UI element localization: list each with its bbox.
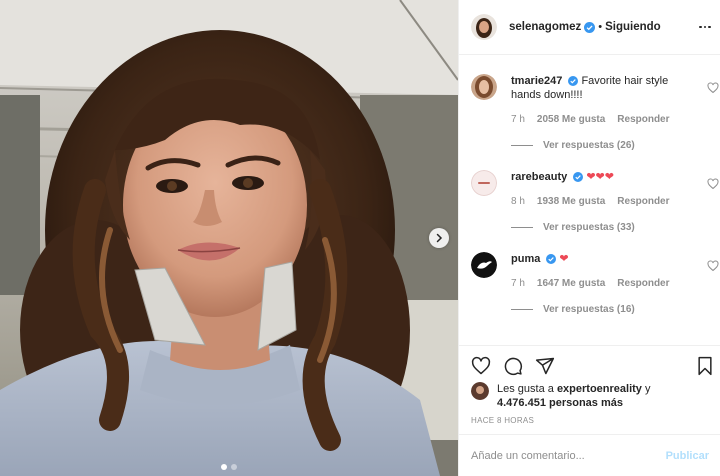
- avatar-image: [471, 382, 489, 400]
- comment-time: 8 h: [511, 196, 525, 207]
- author-avatar[interactable]: [471, 14, 497, 40]
- comment-text: ❤❤❤: [586, 171, 614, 183]
- reply-button[interactable]: Responder: [617, 278, 669, 289]
- comment-item: puma ❤ 7 h 1647 Me gusta Responder Ver r…: [471, 252, 719, 318]
- comment-like-heart-icon[interactable]: [707, 260, 719, 272]
- post-timestamp[interactable]: HACE 8 HORAS: [471, 416, 534, 425]
- chevron-right-icon: [436, 233, 443, 243]
- commenter-avatar[interactable]: [471, 252, 497, 278]
- share-icon[interactable]: [535, 356, 555, 376]
- comment-meta: 8 h 1938 Me gusta Responder: [511, 196, 670, 207]
- view-replies-button[interactable]: Ver respuestas (33): [511, 222, 635, 233]
- comment-likes[interactable]: 1647 Me gusta: [537, 278, 605, 289]
- comment-likes[interactable]: 1938 Me gusta: [537, 196, 605, 207]
- reply-button[interactable]: Responder: [617, 196, 669, 207]
- comment-item: tmarie247 Favorite hair style hands down…: [471, 74, 719, 158]
- verified-badge-icon: [573, 172, 584, 183]
- reply-button[interactable]: Responder: [617, 114, 669, 125]
- publish-button[interactable]: Publicar: [666, 450, 709, 462]
- comment-username[interactable]: puma: [511, 253, 540, 265]
- comment-item: rarebeauty ❤❤❤ 8 h 1938 Me gusta Respond…: [471, 170, 719, 236]
- post-sidebar: selenagomez • Siguiendo tmarie247 Favori…: [458, 0, 720, 476]
- carousel-dot: [231, 464, 237, 470]
- post-photo[interactable]: [0, 0, 458, 476]
- header-separator: •: [598, 21, 603, 33]
- avatar-image: [471, 252, 497, 278]
- verified-badge-icon: [546, 254, 557, 265]
- verified-badge-icon: [568, 76, 579, 87]
- commenter-avatar[interactable]: [471, 170, 497, 196]
- comment-time: 7 h: [511, 278, 525, 289]
- comment-likes[interactable]: 2058 Me gusta: [537, 114, 605, 125]
- post-actions: [459, 345, 720, 385]
- comment-like-heart-icon[interactable]: [707, 82, 719, 94]
- view-replies-label: Ver respuestas (33): [543, 222, 635, 233]
- bookmark-icon[interactable]: [695, 356, 715, 376]
- avatar-image: [471, 170, 497, 196]
- view-replies-label: Ver respuestas (26): [543, 140, 635, 151]
- verified-badge-icon: [584, 21, 596, 33]
- replies-divider: [511, 309, 533, 310]
- view-replies-label: Ver respuestas (16): [543, 304, 635, 315]
- likes-text: Les gusta a expertoenreality y 4.476.451…: [497, 382, 711, 410]
- post-header: selenagomez • Siguiendo: [459, 0, 720, 55]
- more-options-button[interactable]: [698, 19, 712, 35]
- comment-like-heart-icon[interactable]: [707, 178, 719, 190]
- liker-avatar[interactable]: [471, 382, 489, 400]
- likes-count[interactable]: 4.476.451 personas más: [497, 397, 623, 409]
- comment-meta: 7 h 2058 Me gusta Responder: [511, 114, 670, 125]
- comment-text: ❤: [559, 253, 569, 265]
- comment-meta: 7 h 1647 Me gusta Responder: [511, 278, 670, 289]
- heart-icon[interactable]: [471, 356, 491, 376]
- more-icon-dot: [708, 25, 711, 29]
- liker-username[interactable]: expertoenreality: [557, 383, 642, 395]
- avatar-image: [471, 14, 497, 40]
- author-username[interactable]: selenagomez: [509, 21, 581, 33]
- photo-illustration: [0, 0, 458, 476]
- carousel-indicator: [0, 464, 458, 470]
- more-icon: [699, 25, 702, 29]
- carousel-dot-active: [221, 464, 227, 470]
- comment-username[interactable]: tmarie247: [511, 75, 562, 87]
- add-comment-bar: Publicar: [459, 434, 720, 476]
- comment-icon[interactable]: [503, 356, 523, 376]
- comment-body: tmarie247 Favorite hair style hands down…: [511, 74, 689, 102]
- comment-input[interactable]: [471, 449, 666, 462]
- comment-username[interactable]: rarebeauty: [511, 171, 567, 183]
- likes-prefix: Les gusta a: [497, 383, 557, 395]
- avatar-image: [471, 74, 497, 100]
- comment-body: rarebeauty ❤❤❤: [511, 170, 689, 184]
- follow-status-button[interactable]: Siguiendo: [605, 21, 661, 33]
- more-icon-dot: [703, 25, 707, 29]
- view-replies-button[interactable]: Ver respuestas (26): [511, 140, 635, 151]
- replies-divider: [511, 145, 533, 146]
- commenter-avatar[interactable]: [471, 74, 497, 100]
- comment-body: puma ❤: [511, 252, 689, 266]
- view-replies-button[interactable]: Ver respuestas (16): [511, 304, 635, 315]
- likes-suffix: y: [641, 383, 651, 395]
- replies-divider: [511, 227, 533, 228]
- comment-time: 7 h: [511, 114, 525, 125]
- carousel-next-button[interactable]: [429, 228, 449, 248]
